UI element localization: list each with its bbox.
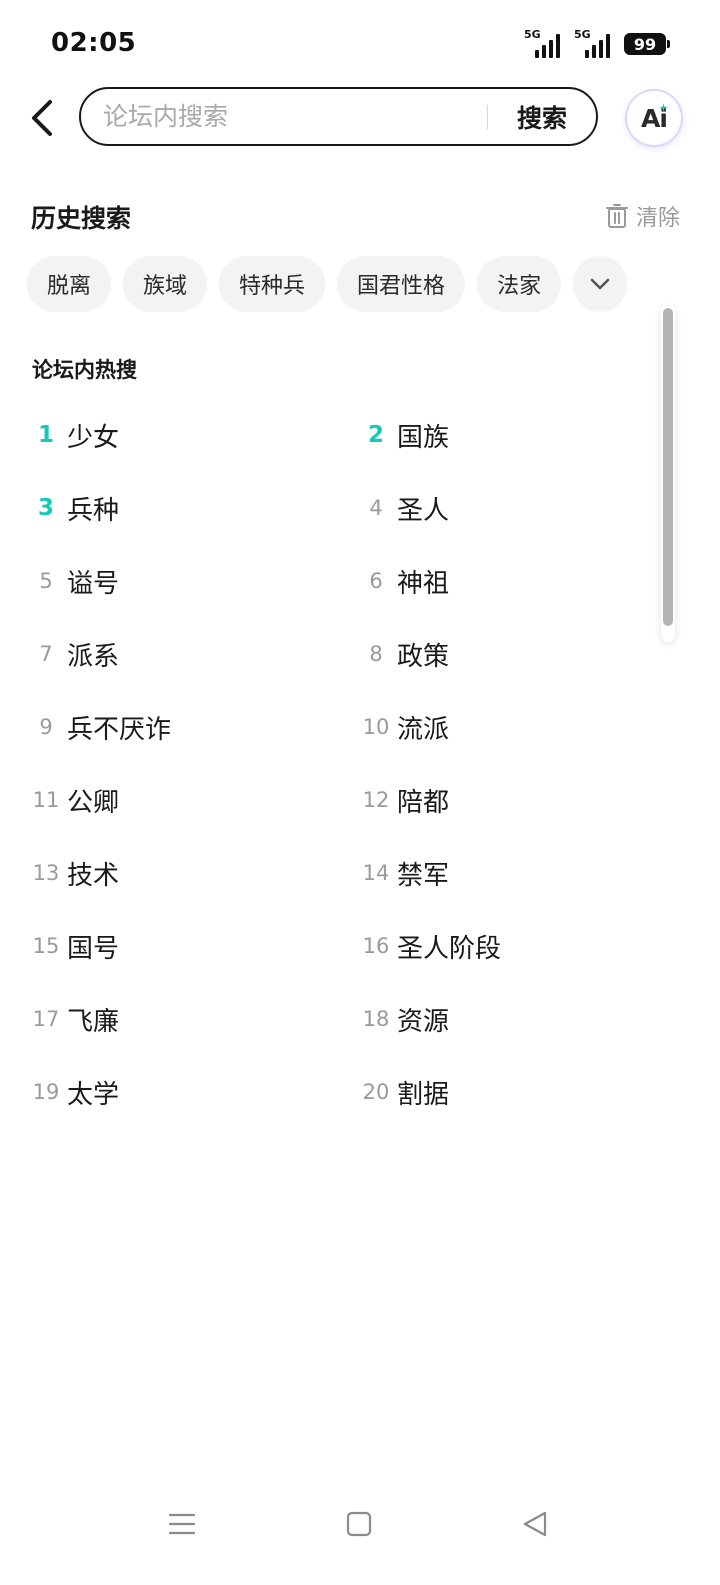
hot-rank: 5 bbox=[39, 569, 53, 593]
battery-icon: 99 bbox=[624, 33, 670, 55]
hot-text: 谥号 bbox=[67, 568, 120, 599]
search-button[interactable]: 搜索 bbox=[488, 89, 596, 144]
hot-search-item[interactable]: 7 派系 bbox=[31, 629, 119, 679]
history-chip[interactable]: 国君性格 bbox=[337, 256, 466, 312]
hot-rank: 18 bbox=[362, 1007, 390, 1031]
hot-search-item[interactable]: 4 圣人 bbox=[361, 483, 449, 533]
status-time: 02:05 bbox=[51, 28, 137, 58]
hot-search-item[interactable]: 10 流派 bbox=[361, 702, 449, 752]
hot-text: 禁军 bbox=[397, 860, 450, 891]
hot-text: 派系 bbox=[67, 641, 120, 672]
hot-search-item[interactable]: 20 割据 bbox=[361, 1067, 449, 1117]
history-chip-list: 脱离 族域 特种兵 国君性格 法家 bbox=[27, 256, 628, 312]
hot-text: 割据 bbox=[397, 1079, 450, 1110]
search-page: 02:05 5G 5G 99 搜索 Ai bbox=[0, 0, 720, 1585]
hot-text: 兵不厌诈 bbox=[67, 714, 172, 745]
hot-text: 技术 bbox=[67, 860, 120, 891]
hot-rank: 6 bbox=[369, 569, 383, 593]
clear-label: 清除 bbox=[635, 206, 680, 231]
hot-text: 太学 bbox=[67, 1079, 120, 1110]
history-chip[interactable]: 脱离 bbox=[27, 256, 112, 312]
hot-rank: 3 bbox=[37, 495, 54, 521]
hot-text: 圣人阶段 bbox=[397, 933, 502, 964]
hot-text: 国族 bbox=[397, 422, 450, 453]
signal-icon: 5G bbox=[524, 28, 560, 58]
hot-rank: 2 bbox=[367, 422, 384, 448]
back-arrow-icon bbox=[32, 100, 52, 136]
hot-text: 政策 bbox=[397, 641, 450, 672]
hot-search-item[interactable]: 14 禁军 bbox=[361, 848, 449, 898]
sparkle-icon bbox=[659, 103, 668, 112]
hot-text: 少女 bbox=[67, 422, 120, 453]
scrollbar-thumb[interactable] bbox=[663, 308, 673, 626]
hot-search-item[interactable]: 17 飞廉 bbox=[31, 994, 119, 1044]
hot-rank: 10 bbox=[362, 715, 390, 739]
menu-lines-icon bbox=[169, 1513, 195, 1535]
scrollbar[interactable] bbox=[661, 306, 675, 642]
hot-rank: 15 bbox=[32, 934, 60, 958]
status-icons: 5G 5G 99 bbox=[524, 28, 670, 58]
battery-level: 99 bbox=[633, 34, 657, 54]
hot-text: 飞廉 bbox=[67, 1006, 120, 1037]
history-chip[interactable]: 法家 bbox=[477, 256, 562, 312]
hot-search-item[interactable]: 9 兵不厌诈 bbox=[31, 702, 171, 752]
hot-search-item[interactable]: 8 政策 bbox=[361, 629, 449, 679]
clear-history-button[interactable]: 清除 bbox=[605, 200, 680, 232]
hot-search-item[interactable]: 1 少女 bbox=[31, 410, 119, 460]
signal-icon-secondary: 5G bbox=[574, 28, 610, 58]
hot-text: 资源 bbox=[397, 1006, 450, 1037]
nav-home-button[interactable] bbox=[339, 1504, 379, 1544]
hot-rank: 17 bbox=[32, 1007, 60, 1031]
history-chip[interactable]: 族域 bbox=[123, 256, 208, 312]
search-input[interactable] bbox=[81, 89, 487, 144]
hot-text: 公卿 bbox=[67, 787, 120, 818]
hot-text: 国号 bbox=[67, 933, 120, 964]
hot-text: 神祖 bbox=[397, 568, 450, 599]
hot-text: 兵种 bbox=[67, 495, 120, 526]
hot-rank: 20 bbox=[362, 1080, 390, 1104]
hot-search-title: 论坛内热搜 bbox=[32, 358, 137, 382]
hot-text: 陪都 bbox=[397, 787, 450, 818]
hot-search-item[interactable]: 15 国号 bbox=[31, 921, 119, 971]
hot-search-item[interactable]: 19 太学 bbox=[31, 1067, 119, 1117]
hot-rank: 1 bbox=[37, 422, 54, 448]
history-chip[interactable]: 特种兵 bbox=[219, 256, 326, 312]
hot-search-item[interactable]: 5 谥号 bbox=[31, 556, 119, 606]
hot-text: 流派 bbox=[397, 714, 450, 745]
hot-search-item[interactable]: 12 陪都 bbox=[361, 775, 449, 825]
hot-rank: 4 bbox=[369, 496, 383, 520]
hot-search-item[interactable]: 13 技术 bbox=[31, 848, 119, 898]
expand-history-button[interactable] bbox=[573, 256, 628, 312]
hot-search-item[interactable]: 16 圣人阶段 bbox=[361, 921, 501, 971]
hot-search-item[interactable]: 3 兵种 bbox=[31, 483, 119, 533]
hot-search-item[interactable]: 6 神祖 bbox=[361, 556, 449, 606]
hot-rank: 16 bbox=[362, 934, 390, 958]
back-button[interactable] bbox=[22, 96, 62, 140]
nav-back-button[interactable] bbox=[515, 1504, 555, 1544]
hot-rank: 19 bbox=[32, 1080, 60, 1104]
chevron-down-icon bbox=[590, 278, 610, 290]
hot-search-item[interactable]: 18 资源 bbox=[361, 994, 449, 1044]
hot-rank: 13 bbox=[32, 861, 60, 885]
search-box: 搜索 bbox=[79, 87, 598, 146]
hot-text: 圣人 bbox=[397, 495, 450, 526]
hot-rank: 14 bbox=[362, 861, 390, 885]
hot-search-item[interactable]: 2 国族 bbox=[361, 410, 449, 460]
status-bar: 02:05 5G 5G 99 bbox=[0, 0, 720, 90]
hot-search-item[interactable]: 11 公卿 bbox=[31, 775, 119, 825]
ai-assistant-button[interactable]: Ai bbox=[627, 91, 681, 145]
home-square-icon bbox=[346, 1511, 372, 1537]
hot-rank: 7 bbox=[39, 642, 53, 666]
back-triangle-icon bbox=[523, 1511, 547, 1537]
hot-rank: 11 bbox=[32, 788, 60, 812]
hot-rank: 9 bbox=[39, 715, 53, 739]
hot-rank: 8 bbox=[369, 642, 383, 666]
hot-rank: 12 bbox=[362, 788, 390, 812]
trash-icon bbox=[605, 204, 628, 228]
nav-menu-button[interactable] bbox=[162, 1504, 202, 1544]
history-title: 历史搜索 bbox=[31, 204, 132, 233]
